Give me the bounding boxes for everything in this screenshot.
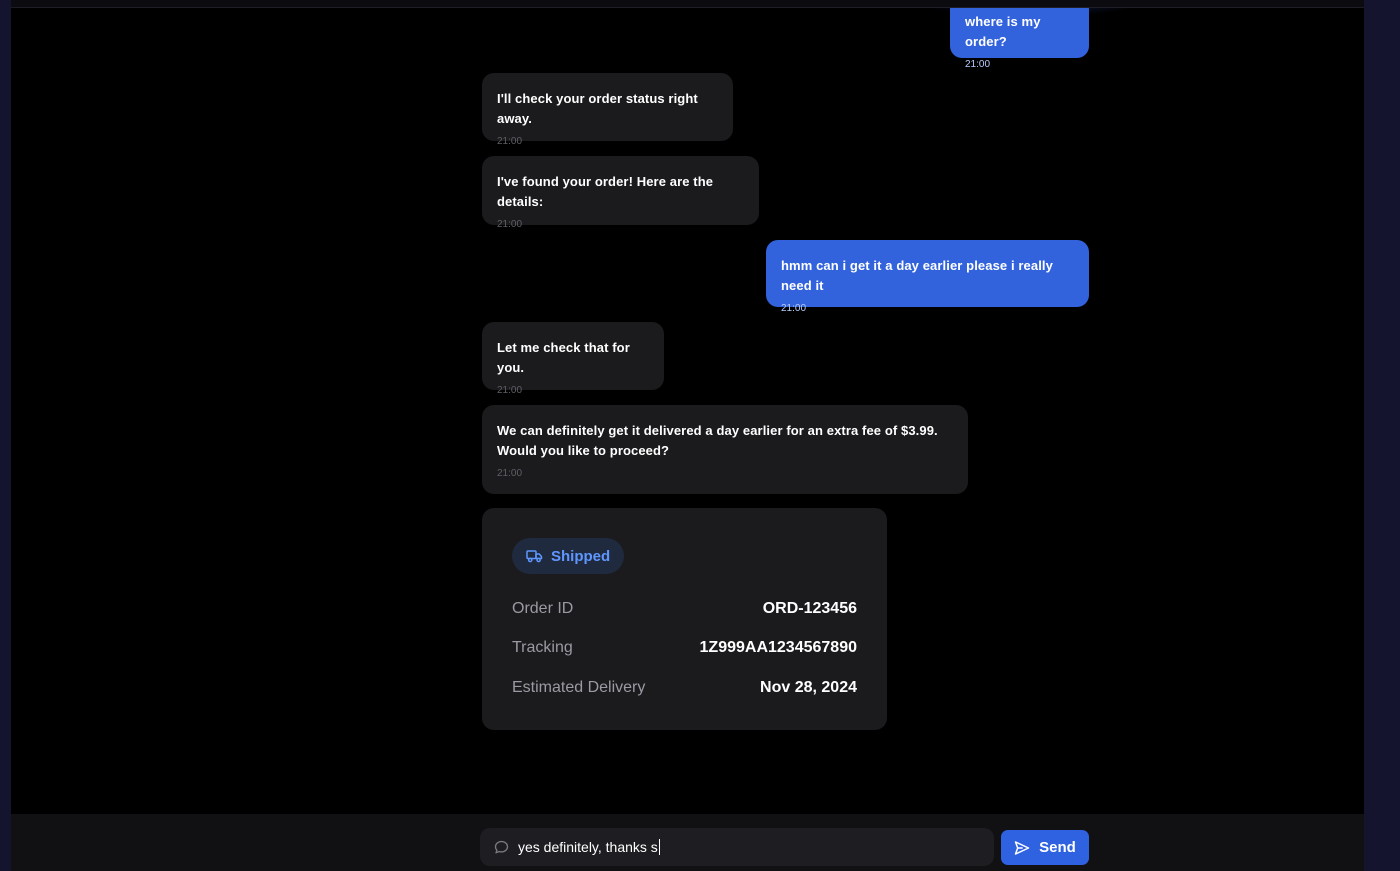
user-message: hmm can i get it a day earlier please i … [766, 240, 1089, 314]
tracking-value: 1Z999AA1234567890 [699, 639, 857, 656]
message-time: 21:00 [965, 59, 991, 70]
order-id-label: Order ID [512, 600, 574, 617]
chat-bubble-icon [494, 840, 509, 855]
message-input-value: yes definitely, thanks s [518, 839, 658, 855]
send-button[interactable]: Send [1001, 830, 1089, 865]
message-text: hmm can i get it a day earlier please i … [781, 258, 1053, 293]
message-time: 21:00 [781, 303, 807, 314]
status-label: Shipped [551, 547, 611, 565]
bot-message: We can definitely get it delivered a day… [482, 405, 968, 494]
order-id-row: Order ID ORD-123456 [512, 597, 857, 621]
estimated-delivery-row: Estimated Delivery Nov 28, 2024 [512, 676, 857, 700]
estimated-delivery-label: Estimated Delivery [512, 679, 646, 696]
message-time: 21:00 [497, 136, 523, 147]
message-text: where is my order? [965, 14, 1041, 49]
message-text: We can definitely get it delivered a day… [497, 423, 938, 458]
truck-icon [526, 549, 543, 563]
composer-bar: yes definitely, thanks s Send [11, 814, 1364, 871]
message-text: I'll check your order status right away. [497, 91, 698, 126]
tracking-row: Tracking 1Z999AA1234567890 [512, 636, 857, 660]
tracking-label: Tracking [512, 639, 573, 656]
message-text: I've found your order! Here are the deta… [497, 174, 714, 209]
order-details-card: Shipped Order ID ORD-123456 Tracking 1Z9… [482, 508, 887, 730]
text-caret [658, 839, 660, 855]
status-badge: Shipped [512, 538, 625, 574]
chat-messages-area[interactable]: where is my order? 21:00 I'll check your… [11, 8, 1364, 814]
top-strip [11, 0, 1364, 8]
send-icon [1014, 840, 1030, 856]
message-input[interactable]: yes definitely, thanks s [480, 828, 994, 866]
message-text: Let me check that for you. [497, 340, 630, 375]
message-time: 21:00 [497, 385, 523, 396]
order-id-value: ORD-123456 [762, 600, 857, 617]
estimated-delivery-value: Nov 28, 2024 [760, 679, 857, 696]
bot-message: I'll check your order status right away.… [482, 73, 733, 147]
bot-message: I've found your order! Here are the deta… [482, 156, 759, 230]
bot-message: Let me check that for you. 21:00 [482, 322, 664, 396]
message-time: 21:00 [497, 468, 523, 479]
app-window: where is my order? 21:00 I'll check your… [0, 0, 1400, 871]
user-message: where is my order? 21:00 [950, 8, 1089, 70]
send-button-label: Send [1039, 839, 1076, 856]
message-time: 21:00 [497, 219, 523, 230]
